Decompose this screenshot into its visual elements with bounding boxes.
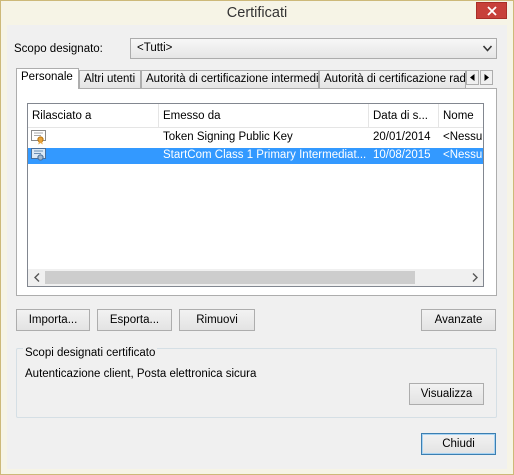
scope-label: Scopo designato:	[14, 43, 103, 55]
purposes-value: Autenticazione client, Posta elettronica…	[25, 368, 257, 380]
close-window-button[interactable]	[476, 2, 507, 19]
tab-root-ca[interactable]: Autorità di certificazione radi	[319, 70, 466, 88]
list-header: Rilasciato a Emesso da Data di s... Nome	[28, 104, 483, 128]
arrow-left-icon	[470, 74, 475, 81]
tab-label: Autorità di certificazione intermedie	[146, 73, 319, 85]
chevron-left-icon	[33, 273, 39, 282]
list-item[interactable]: StartCom Class 1 Primary Intermediat... …	[28, 148, 483, 164]
chevron-down-icon	[483, 45, 492, 52]
chevron-right-icon	[472, 273, 478, 282]
view-button[interactable]: Visualizza	[409, 383, 484, 405]
column-header-issued-by[interactable]: Emesso da	[159, 104, 369, 128]
certificate-icon	[31, 148, 46, 161]
scroll-right-button[interactable]	[466, 269, 483, 286]
scope-selected-value: <Tutti>	[137, 42, 173, 54]
column-header-issued-to[interactable]: Rilasciato a	[28, 104, 159, 128]
tab-scroll-left-button[interactable]	[466, 70, 479, 85]
cell-name: <Nessun	[443, 149, 483, 161]
certificate-icon	[31, 130, 46, 145]
tab-label: Personale	[21, 71, 73, 83]
tab-scroll-right-button[interactable]	[480, 70, 493, 85]
close-button[interactable]: Chiudi	[421, 433, 496, 455]
window-title: Certificati	[226, 5, 288, 21]
export-button[interactable]: Esporta...	[97, 309, 172, 331]
column-header-name[interactable]: Nome	[439, 104, 483, 128]
column-header-expiry[interactable]: Data di s...	[369, 104, 439, 128]
arrow-right-icon	[484, 74, 489, 81]
tab-altri-utenti[interactable]: Altri utenti	[79, 70, 141, 88]
scrollbar-thumb[interactable]	[45, 271, 415, 284]
tab-panel-personale: Rilasciato a Emesso da Data di s... Nome…	[16, 88, 497, 296]
cell-expiry: 20/01/2014	[373, 131, 431, 143]
tab-strip: Personale Altri utenti Autorità di certi…	[16, 68, 496, 89]
import-button[interactable]: Importa...	[16, 309, 90, 331]
cell-issued-by: Token Signing Public Key	[163, 131, 293, 143]
tab-personale[interactable]: Personale	[16, 68, 79, 89]
close-icon	[486, 5, 497, 16]
title-bar[interactable]: Certificati	[1, 1, 513, 25]
cell-expiry: 10/08/2015	[373, 149, 431, 161]
scope-dropdown[interactable]: <Tutti>	[130, 38, 497, 59]
cell-name: <Nessun	[443, 131, 483, 143]
scroll-left-button[interactable]	[28, 269, 45, 286]
tab-label: Autorità di certificazione radi	[324, 73, 466, 85]
tab-label: Altri utenti	[84, 73, 136, 85]
purposes-groupbox: Scopi designati certificato Autenticazio…	[16, 347, 497, 418]
tab-intermediate-ca[interactable]: Autorità di certificazione intermedie	[141, 70, 319, 88]
certificate-list[interactable]: Rilasciato a Emesso da Data di s... Nome…	[27, 103, 484, 287]
cell-issued-by: StartCom Class 1 Primary Intermediat...	[163, 149, 367, 161]
certificates-window: Certificati Scopo designato: <Tutti> Per…	[0, 0, 514, 475]
horizontal-scrollbar[interactable]	[28, 269, 483, 286]
list-item[interactable]: Token Signing Public Key 20/01/2014 <Nes…	[28, 130, 483, 146]
purposes-group-title: Scopi designati certificato	[23, 347, 158, 359]
dialog-client-area: Scopo designato: <Tutti> Personale Altri…	[7, 25, 507, 469]
advanced-button[interactable]: Avanzate	[421, 309, 496, 331]
remove-button[interactable]: Rimuovi	[179, 309, 255, 331]
